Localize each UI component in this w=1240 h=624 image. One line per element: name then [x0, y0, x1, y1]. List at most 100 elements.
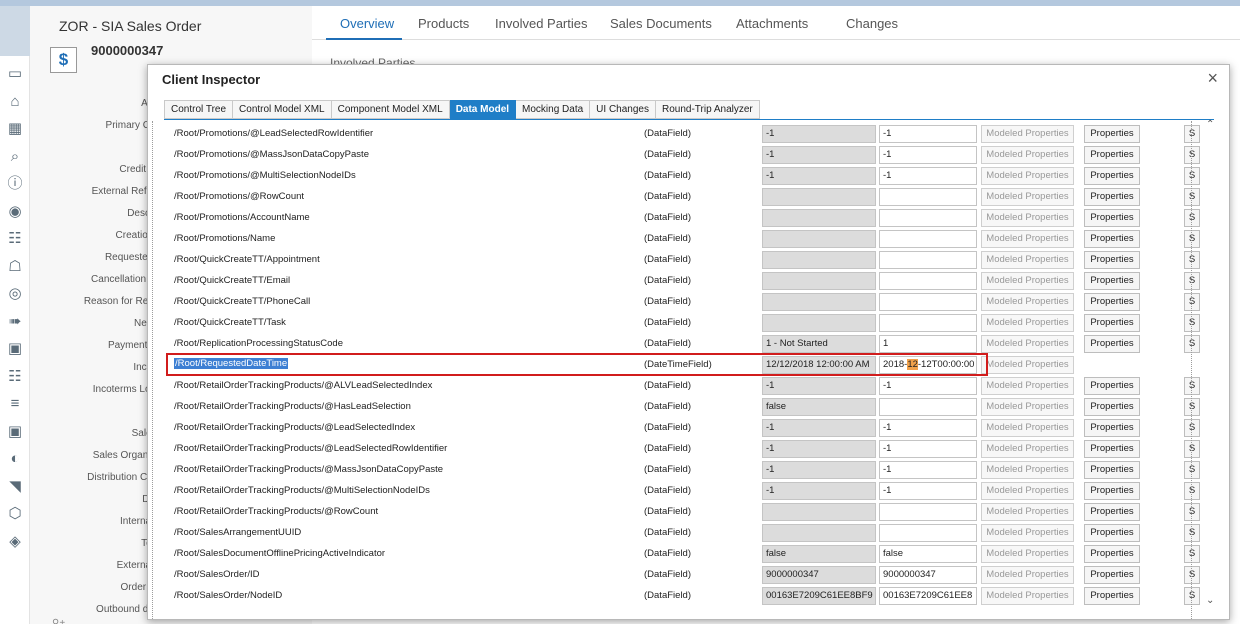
value-input[interactable]: -1 — [879, 419, 977, 437]
scroll-down-icon[interactable]: ⌄ — [1206, 595, 1214, 606]
modeled-properties-button[interactable]: Modeled Properties — [981, 167, 1074, 185]
modeled-properties-button[interactable]: Modeled Properties — [981, 251, 1074, 269]
node-path[interactable]: /Root/Promotions/@LeadSelectedRowIdentif… — [174, 128, 373, 139]
tag-icon[interactable]: ⚲+ — [52, 618, 65, 624]
node-path[interactable]: /Root/Promotions/@RowCount — [174, 191, 304, 202]
s-button[interactable]: S — [1184, 272, 1200, 290]
properties-button[interactable]: Properties — [1084, 167, 1140, 185]
value-input[interactable]: -1 — [879, 125, 977, 143]
modeled-properties-button[interactable]: Modeled Properties — [981, 461, 1074, 479]
tab-products[interactable]: Products — [418, 16, 469, 31]
properties-button[interactable]: Properties — [1084, 545, 1140, 563]
list-icon[interactable]: ≡ — [5, 394, 25, 414]
properties-button[interactable]: Properties — [1084, 482, 1140, 500]
s-button[interactable]: S — [1184, 482, 1200, 500]
s-button[interactable]: S — [1184, 566, 1200, 584]
modeled-properties-button[interactable]: Modeled Properties — [981, 356, 1074, 374]
scroll-up-icon[interactable]: ⌃ — [1206, 119, 1214, 130]
s-button[interactable]: S — [1184, 377, 1200, 395]
s-button[interactable]: S — [1184, 398, 1200, 416]
properties-button[interactable]: Properties — [1084, 419, 1140, 437]
node-path[interactable]: /Root/RetailOrderTrackingProducts/@MassJ… — [174, 464, 443, 475]
properties-button[interactable]: Properties — [1084, 230, 1140, 248]
node-path[interactable]: /Root/SalesOrder/ID — [174, 569, 260, 580]
properties-button[interactable]: Properties — [1084, 524, 1140, 542]
properties-button[interactable]: Properties — [1084, 209, 1140, 227]
tab-involved-parties[interactable]: Involved Parties — [495, 16, 588, 31]
node-path[interactable]: /Root/ReplicationProcessingStatusCode — [174, 338, 343, 349]
modeled-properties-button[interactable]: Modeled Properties — [981, 272, 1074, 290]
node-path[interactable]: /Root/RetailOrderTrackingProducts/@LeadS… — [174, 422, 415, 433]
value-input[interactable] — [879, 524, 977, 542]
value-input[interactable]: -1 — [879, 167, 977, 185]
modeled-properties-button[interactable]: Modeled Properties — [981, 482, 1074, 500]
tab-changes[interactable]: Changes — [846, 16, 898, 31]
properties-button[interactable]: Properties — [1084, 125, 1140, 143]
node-path[interactable]: /Root/SalesDocumentOfflinePricingActiveI… — [174, 548, 385, 559]
node-path[interactable]: /Root/QuickCreateTT/Task — [174, 317, 286, 328]
modeled-properties-button[interactable]: Modeled Properties — [981, 545, 1074, 563]
value-input[interactable] — [879, 251, 977, 269]
tickets-icon[interactable]: ☷ — [5, 367, 25, 387]
value-input[interactable] — [879, 314, 977, 332]
s-button[interactable]: S — [1184, 167, 1200, 185]
s-button[interactable]: S — [1184, 293, 1200, 311]
node-path[interactable]: /Root/RetailOrderTrackingProducts/@RowCo… — [174, 506, 378, 517]
s-button[interactable]: S — [1184, 125, 1200, 143]
analytics-icon[interactable]: ◥ — [5, 477, 25, 497]
feed-icon[interactable]: ▭ — [5, 64, 25, 84]
inspector-tab-ui-changes[interactable]: UI Changes — [590, 100, 656, 119]
node-path[interactable]: /Root/Promotions/Name — [174, 233, 275, 244]
node-path[interactable]: /Root/SalesOrder/NodeID — [174, 590, 282, 601]
value-input[interactable] — [879, 209, 977, 227]
inspector-tab-round-trip-analyzer[interactable]: Round-Trip Analyzer — [655, 100, 760, 119]
modeled-properties-button[interactable]: Modeled Properties — [981, 230, 1074, 248]
properties-button[interactable]: Properties — [1084, 566, 1140, 584]
reports-icon[interactable]: ◈ — [5, 532, 25, 552]
value-input[interactable] — [879, 188, 977, 206]
s-button[interactable]: S — [1184, 524, 1200, 542]
value-input[interactable]: 00163E7209C61EE8 — [879, 587, 977, 605]
s-button[interactable]: S — [1184, 461, 1200, 479]
value-input[interactable]: -1 — [879, 440, 977, 458]
s-button[interactable]: S — [1184, 314, 1200, 332]
value-input[interactable]: 1 — [879, 335, 977, 353]
node-path[interactable]: /Root/Promotions/AccountName — [174, 212, 310, 223]
people-icon[interactable]: ☷ — [5, 229, 25, 249]
modeled-properties-button[interactable]: Modeled Properties — [981, 398, 1074, 416]
s-button[interactable]: S — [1184, 188, 1200, 206]
node-path[interactable]: /Root/QuickCreateTT/Appointment — [174, 254, 320, 265]
s-button[interactable]: S — [1184, 419, 1200, 437]
node-path[interactable]: /Root/RetailOrderTrackingProducts/@Multi… — [174, 485, 430, 496]
modeled-properties-button[interactable]: Modeled Properties — [981, 524, 1074, 542]
node-path[interactable]: /Root/SalesArrangementUUID — [174, 527, 301, 538]
shield-icon[interactable]: ⬡ — [5, 504, 25, 524]
modeled-properties-button[interactable]: Modeled Properties — [981, 293, 1074, 311]
accounts-icon[interactable]: ☖ — [5, 257, 25, 277]
value-input[interactable] — [879, 272, 977, 290]
properties-button[interactable]: Properties — [1084, 440, 1140, 458]
properties-button[interactable]: Properties — [1084, 335, 1140, 353]
properties-button[interactable]: Properties — [1084, 503, 1140, 521]
node-path[interactable]: /Root/RetailOrderTrackingProducts/@HasLe… — [174, 401, 411, 412]
modeled-properties-button[interactable]: Modeled Properties — [981, 587, 1074, 605]
inspector-tab-data-model[interactable]: Data Model — [449, 100, 517, 119]
modeled-properties-button[interactable]: Modeled Properties — [981, 377, 1074, 395]
node-path[interactable]: /Root/Promotions/@MassJsonDataCopyPaste — [174, 149, 369, 160]
modeled-properties-button[interactable]: Modeled Properties — [981, 125, 1074, 143]
modeled-properties-button[interactable]: Modeled Properties — [981, 566, 1074, 584]
value-input[interactable]: -1 — [879, 482, 977, 500]
s-button[interactable]: S — [1184, 545, 1200, 563]
modeled-properties-button[interactable]: Modeled Properties — [981, 188, 1074, 206]
properties-button[interactable]: Properties — [1084, 146, 1140, 164]
tab-overview[interactable]: Overview — [340, 16, 394, 31]
properties-button[interactable]: Properties — [1084, 587, 1140, 605]
properties-button[interactable]: Properties — [1084, 314, 1140, 332]
properties-button[interactable]: Properties — [1084, 377, 1140, 395]
inspector-tab-mocking-data[interactable]: Mocking Data — [516, 100, 591, 119]
node-path[interactable]: /Root/QuickCreateTT/Email — [174, 275, 290, 286]
modeled-properties-button[interactable]: Modeled Properties — [981, 146, 1074, 164]
alert-icon[interactable]: ⓘ — [5, 174, 25, 194]
modeled-properties-button[interactable]: Modeled Properties — [981, 335, 1074, 353]
s-button[interactable]: S — [1184, 587, 1200, 605]
